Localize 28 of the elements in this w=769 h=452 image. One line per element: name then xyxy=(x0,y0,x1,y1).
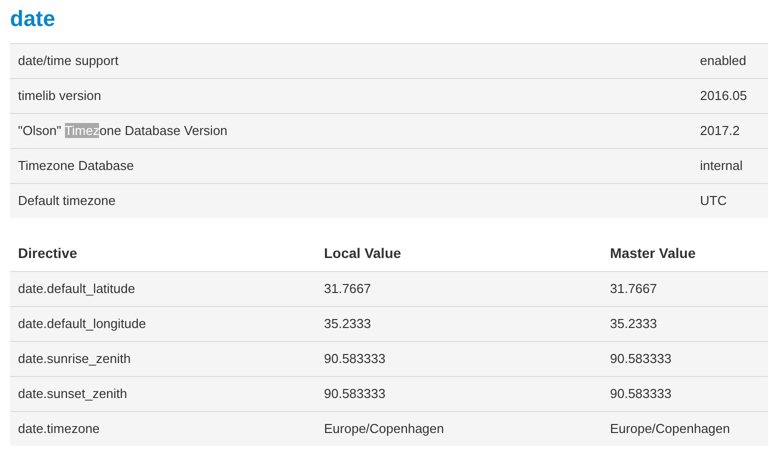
table-cell-text: date.sunset_zenith xyxy=(18,385,128,404)
info-value: 2017.2 xyxy=(700,122,741,140)
info-label: Timezone Database xyxy=(18,157,135,176)
table-cell-text: date.sunrise_zenith xyxy=(18,350,132,368)
info-value: enabled xyxy=(700,52,748,70)
table-cell-text: Europe/Copenhagen xyxy=(324,420,445,438)
info-label: Default timezone xyxy=(18,192,117,210)
table-cell-text: 90.583333 xyxy=(610,385,672,404)
table-cell-text: 31.7667 xyxy=(324,280,372,298)
table-cell-text: 35.2333 xyxy=(610,315,658,334)
table-cell-text: 35.2333 xyxy=(324,315,372,334)
table-cell-text: date.timezone xyxy=(18,420,101,438)
table-cell-text: date.default_longitude xyxy=(18,315,147,334)
table-cell-text: 90.583333 xyxy=(324,385,386,404)
table-cell-text: 90.583333 xyxy=(324,350,386,368)
column-header: Directive xyxy=(18,244,78,263)
info-label: date/time support xyxy=(18,52,120,70)
table-cell-text: 90.583333 xyxy=(610,350,672,368)
table-cell-text: Europe/Copenhagen xyxy=(610,420,731,438)
info-value: UTC xyxy=(700,192,728,210)
column-header: Master Value xyxy=(610,244,697,263)
table-cell-text: 31.7667 xyxy=(610,280,658,298)
info-value: 2016.05 xyxy=(700,87,748,106)
info-label: timelib version xyxy=(18,87,102,106)
section-title: date xyxy=(10,5,56,33)
table-cell-text: date.default_latitude xyxy=(18,280,136,298)
info-value: internal xyxy=(700,157,744,176)
column-header: Local Value xyxy=(324,244,402,263)
